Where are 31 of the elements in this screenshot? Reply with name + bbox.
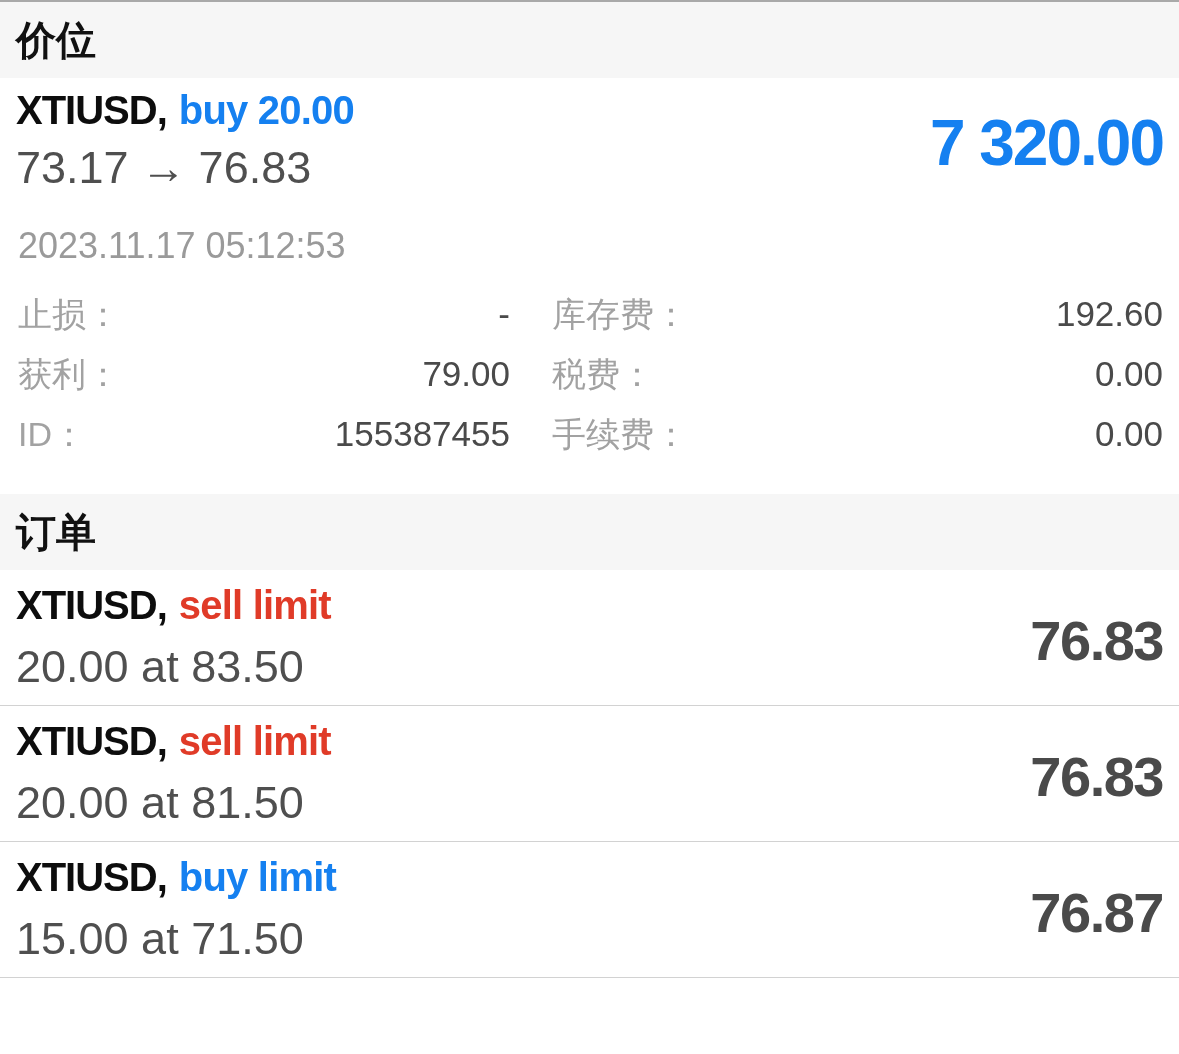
detail-value: 0.00 bbox=[1094, 413, 1163, 455]
timestamp-text: 2023.11.17 05:12:53 bbox=[17, 224, 346, 268]
order-volume-text: 15.00 at 71.50 bbox=[16, 911, 305, 966]
symbol-text: XTIUSD, bbox=[16, 853, 167, 901]
section-title: 价位 bbox=[16, 17, 96, 64]
trade-type-text: sell limit bbox=[178, 581, 331, 629]
current-price-text: 76.83 bbox=[1030, 609, 1163, 674]
detail-label: 手续费： bbox=[552, 413, 688, 455]
trade-type-text: buy 20.00 bbox=[178, 87, 354, 134]
detail-value: 0.00 bbox=[1094, 353, 1163, 395]
symbol-text: XTIUSD, bbox=[16, 87, 167, 134]
detail-label: ID： bbox=[18, 413, 86, 455]
detail-label: 税费： bbox=[552, 353, 654, 395]
trade-type-text: buy limit bbox=[178, 853, 337, 901]
order-volume-text: 20.00 at 83.50 bbox=[16, 639, 305, 694]
profit-value: 7 320.00 bbox=[929, 107, 1163, 181]
detail-label: 库存费： bbox=[552, 293, 688, 335]
symbol-text: XTIUSD, bbox=[16, 717, 167, 765]
price-range-text: 73.17 → 76.83 bbox=[16, 141, 313, 195]
current-price-text: 76.87 bbox=[1030, 881, 1163, 946]
detail-value: 192.60 bbox=[1055, 293, 1163, 335]
order-volume-text: 20.00 at 81.50 bbox=[16, 775, 305, 830]
detail-value: 155387455 bbox=[334, 413, 510, 455]
trade-type-text: sell limit bbox=[178, 717, 331, 765]
detail-value: 79.00 bbox=[422, 353, 510, 395]
current-price-text: 76.83 bbox=[1030, 745, 1163, 810]
section-title: 订单 bbox=[16, 509, 96, 556]
detail-label: 获利： bbox=[18, 353, 120, 395]
symbol-text: XTIUSD, bbox=[16, 581, 167, 629]
detail-label: 止损： bbox=[18, 293, 120, 335]
detail-value: - bbox=[498, 293, 510, 335]
